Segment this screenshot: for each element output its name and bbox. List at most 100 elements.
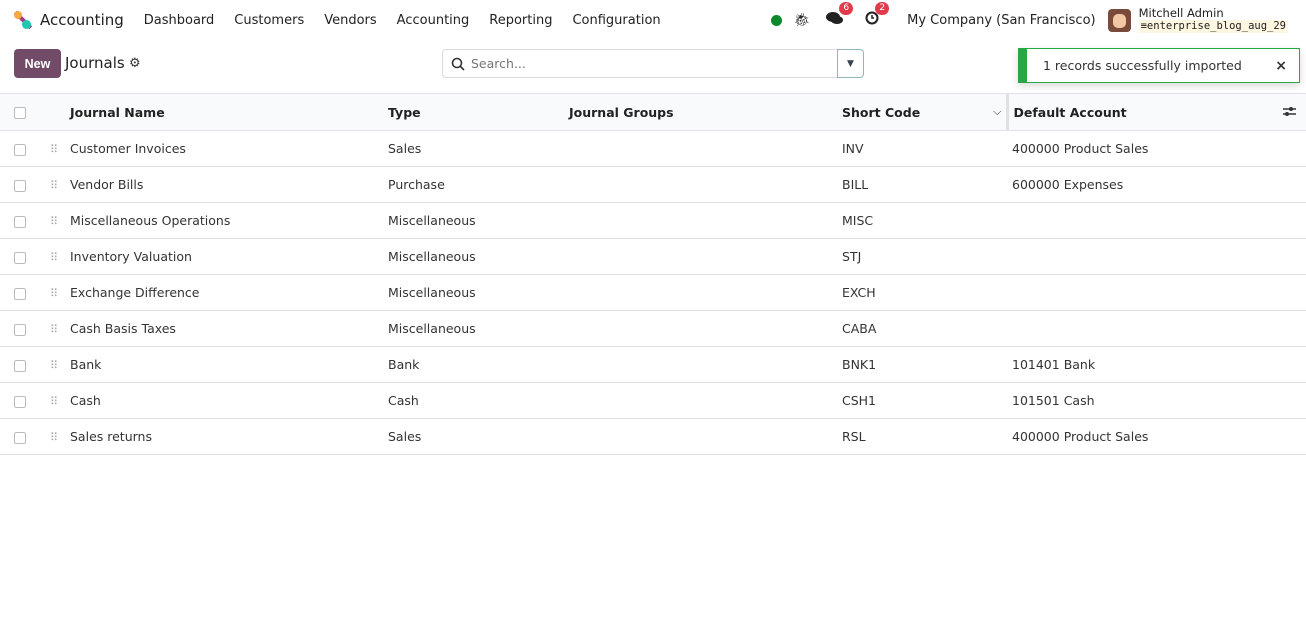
cell-type: Miscellaneous — [388, 202, 569, 239]
cell-journal-groups — [569, 238, 842, 275]
table-row[interactable]: ⠿ Bank Bank BNK1 101401 Bank — [0, 346, 1306, 383]
cell-journal-name: Exchange Difference — [70, 274, 388, 311]
menu-dashboard[interactable]: Dashboard — [144, 13, 215, 28]
cell-short-code: STJ — [842, 238, 1007, 275]
journals-table: Journal Name Type Journal Groups Short C… — [0, 93, 1306, 455]
row-checkbox[interactable] — [14, 215, 26, 228]
cell-default-account — [1007, 274, 1306, 311]
cell-default-account — [1007, 202, 1306, 239]
app-logo-icon[interactable] — [12, 10, 33, 30]
drag-handle-icon[interactable]: ⠿ — [50, 395, 58, 408]
table-row[interactable]: ⠿ Exchange Difference Miscellaneous EXCH — [0, 274, 1306, 311]
column-type[interactable]: Type — [388, 93, 569, 131]
cell-journal-groups — [569, 274, 842, 311]
cell-short-code: BNK1 — [842, 346, 1007, 383]
cell-journal-name: Cash Basis Taxes — [70, 310, 388, 347]
column-journal-groups[interactable]: Journal Groups — [569, 93, 842, 131]
cell-journal-groups — [569, 130, 842, 167]
row-checkbox[interactable] — [14, 251, 26, 264]
cell-journal-groups — [569, 382, 842, 419]
drag-handle-icon[interactable]: ⠿ — [50, 143, 58, 156]
table-row[interactable]: ⠿ Cash Basis Taxes Miscellaneous CABA — [0, 310, 1306, 347]
column-short-code[interactable]: Short Code ⌵ — [842, 93, 1009, 131]
drag-handle-icon[interactable]: ⠿ — [50, 287, 58, 300]
table-row[interactable]: ⠿ Cash Cash CSH1 101501 Cash — [0, 382, 1306, 419]
cell-short-code: CSH1 — [842, 382, 1007, 419]
cell-journal-groups — [569, 166, 842, 203]
caret-down-icon: ▼ — [847, 58, 854, 69]
cell-default-account: 101401 Bank — [1007, 346, 1306, 383]
activities-clock-icon[interactable]: 2 — [865, 2, 890, 29]
company-switcher[interactable]: My Company (San Francisco) — [907, 13, 1095, 28]
user-menu[interactable]: Mitchell Admin ≡enterprise_blog_aug_29 — [1138, 6, 1288, 33]
cell-short-code: EXCH — [842, 274, 1007, 311]
cell-type: Cash — [388, 382, 569, 419]
drag-handle-icon[interactable]: ⠿ — [50, 431, 58, 444]
database-name: ≡enterprise_blog_aug_29 — [1138, 20, 1288, 33]
messages-icon[interactable]: 6 — [826, 2, 854, 29]
cell-type: Miscellaneous — [388, 310, 569, 347]
drag-handle-icon[interactable]: ⠿ — [50, 323, 58, 336]
select-all-checkbox[interactable] — [14, 107, 26, 119]
table-row[interactable]: ⠿ Sales returns Sales RSL 400000 Product Sal… — [0, 418, 1306, 455]
table-row[interactable]: ⠿ Inventory Valuation Miscellaneous STJ — [0, 238, 1306, 275]
toast-message: 1 records successfully imported — [1043, 58, 1242, 73]
drag-handle-icon[interactable]: ⠿ — [50, 251, 58, 264]
cell-journal-groups — [569, 310, 842, 347]
column-journal-name[interactable]: Journal Name — [70, 93, 388, 131]
menu-customers[interactable]: Customers — [234, 13, 304, 28]
cell-journal-groups — [569, 346, 842, 383]
cell-type: Miscellaneous — [388, 238, 569, 275]
drag-handle-icon[interactable]: ⠿ — [50, 359, 58, 372]
drag-handle-icon[interactable]: ⠿ — [50, 179, 58, 192]
table-row[interactable]: ⠿ Vendor Bills Purchase BILL 600000 Expenses — [0, 166, 1306, 203]
cell-short-code: RSL — [842, 418, 1007, 455]
menu-accounting[interactable]: Accounting — [397, 13, 470, 28]
row-checkbox[interactable] — [14, 395, 26, 408]
row-checkbox[interactable] — [14, 287, 26, 300]
cell-short-code: INV — [842, 130, 1007, 167]
cell-journal-name: Inventory Valuation — [70, 238, 388, 275]
cell-journal-name: Bank — [70, 346, 388, 383]
drag-handle-icon[interactable]: ⠿ — [50, 215, 58, 228]
table-row[interactable]: ⠿ Miscellaneous Operations Miscellaneous MI… — [0, 202, 1306, 239]
cell-default-account — [1007, 238, 1306, 275]
cell-short-code: MISC — [842, 202, 1007, 239]
search-icon — [451, 57, 465, 71]
cell-short-code: CABA — [842, 310, 1007, 347]
cell-default-account: 600000 Expenses — [1007, 166, 1306, 203]
row-checkbox[interactable] — [14, 359, 26, 372]
activities-badge: 2 — [875, 2, 890, 15]
cell-journal-groups — [569, 202, 842, 239]
menu-configuration[interactable]: Configuration — [572, 13, 660, 28]
close-icon[interactable]: × — [1275, 58, 1287, 74]
row-checkbox[interactable] — [14, 323, 26, 336]
row-checkbox[interactable] — [14, 179, 26, 192]
cell-journal-groups — [569, 418, 842, 455]
menu-vendors[interactable]: Vendors — [324, 13, 376, 28]
column-default-account[interactable]: Default Account — [1007, 93, 1306, 131]
optional-columns-toggle-icon[interactable] — [1283, 105, 1296, 121]
cell-type: Bank — [388, 346, 569, 383]
user-avatar[interactable] — [1107, 8, 1131, 32]
row-checkbox[interactable] — [14, 431, 26, 444]
gear-icon[interactable]: ⚙ — [129, 56, 141, 71]
row-checkbox[interactable] — [14, 143, 26, 156]
cell-default-account: 400000 Product Sales — [1007, 130, 1306, 167]
cell-journal-name: Sales returns — [70, 418, 388, 455]
cell-type: Purchase — [388, 166, 569, 203]
search-input[interactable] — [471, 56, 811, 71]
new-button[interactable]: New — [14, 49, 61, 78]
cell-type: Sales — [388, 418, 569, 455]
user-name: Mitchell Admin — [1138, 6, 1224, 20]
cell-journal-name: Miscellaneous Operations — [70, 202, 388, 239]
debug-bug-icon[interactable]: 🐞︎ — [794, 13, 811, 28]
cell-type: Sales — [388, 130, 569, 167]
cell-journal-name: Cash — [70, 382, 388, 419]
search-options-toggle[interactable]: ▼ — [837, 49, 864, 78]
status-indicator — [770, 14, 782, 26]
app-name[interactable]: Accounting — [40, 11, 124, 29]
table-row[interactable]: ⠿ Customer Invoices Sales INV 400000 Product… — [0, 130, 1306, 167]
messages-badge: 6 — [839, 2, 854, 15]
menu-reporting[interactable]: Reporting — [489, 13, 552, 28]
